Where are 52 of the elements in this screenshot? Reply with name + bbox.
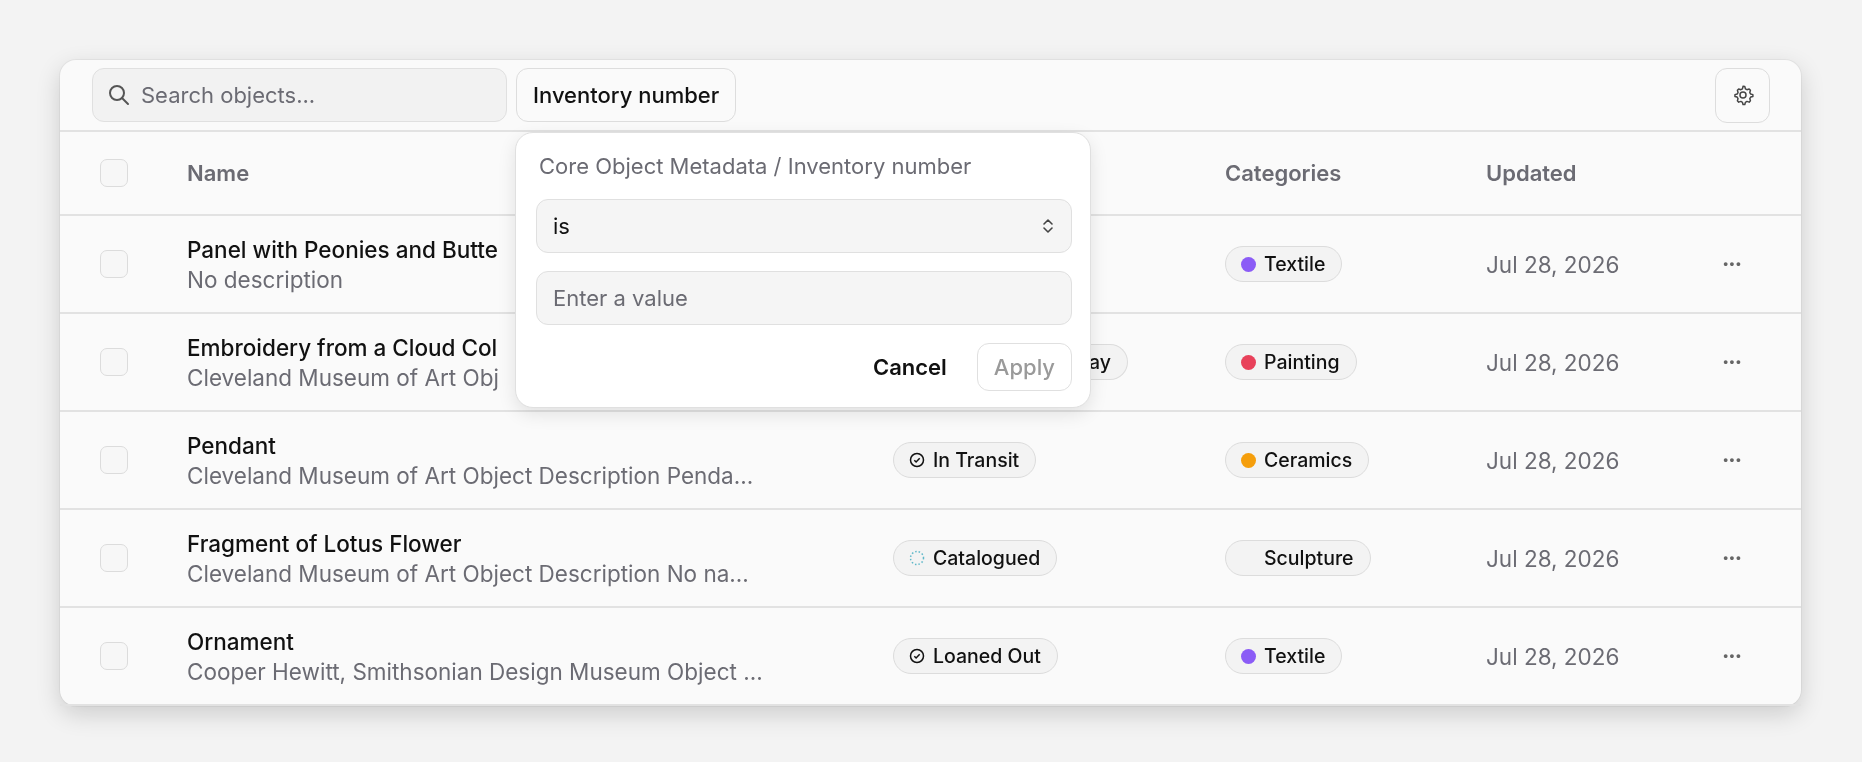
category-tag: Textile: [1225, 638, 1343, 674]
status-badge: Loaned Out: [893, 638, 1058, 674]
category-tag: Textile: [1225, 246, 1343, 282]
operator-select[interactable]: is: [536, 199, 1072, 253]
status-badge: In Transit: [893, 442, 1037, 478]
row-checkbox[interactable]: [100, 446, 128, 474]
object-name: Panel with Peonies and Butte: [187, 235, 498, 263]
search-field[interactable]: Search objects...: [92, 68, 507, 122]
settings-button[interactable]: [1715, 67, 1770, 123]
category-tag: Sculpture: [1225, 540, 1371, 576]
object-description: Cleveland Museum of Art Object Description Penda...: [187, 461, 754, 489]
row-checkbox[interactable]: [100, 348, 128, 376]
more-actions-button[interactable]: ···: [1722, 643, 1742, 669]
filter-button[interactable]: Inventory number: [516, 68, 737, 122]
apply-button[interactable]: Apply: [976, 343, 1072, 391]
object-description: No description: [187, 265, 344, 293]
settings-icon: [1731, 84, 1754, 106]
more-actions-button[interactable]: ···: [1722, 349, 1742, 375]
row-checkbox[interactable]: [100, 544, 128, 572]
status-badge: Catalogued: [893, 540, 1058, 576]
column-header: Categories: [1225, 160, 1342, 186]
popover-title: Core Object Metadata / Inventory number: [538, 153, 973, 179]
chevron-up-down-icon: [1041, 216, 1055, 236]
object-description: Cleveland Museum of Art Obj: [187, 363, 499, 391]
check-circle-icon: [909, 648, 925, 664]
column-header: Name: [187, 160, 250, 186]
object-name: Pendant: [187, 431, 276, 459]
column-header: Updated: [1486, 160, 1577, 186]
object-name: Embroidery from a Cloud Col: [187, 333, 498, 361]
more-actions-button[interactable]: ···: [1722, 545, 1742, 571]
row-checkbox[interactable]: [100, 250, 128, 278]
object-name: Ornament: [187, 627, 294, 655]
dotted-circle-icon: [909, 550, 925, 566]
updated-date: Jul 28, 2026: [1486, 642, 1620, 670]
more-actions-button[interactable]: ···: [1722, 447, 1742, 473]
updated-date: Jul 28, 2026: [1486, 446, 1620, 474]
updated-date: Jul 28, 2026: [1486, 348, 1620, 376]
status-badge: ay: [1089, 344, 1128, 380]
search-icon: [107, 83, 131, 107]
select-all-checkbox[interactable]: [100, 159, 128, 187]
more-actions-button[interactable]: ···: [1722, 251, 1742, 277]
row-checkbox[interactable]: [100, 642, 128, 670]
object-description: Cooper Hewitt, Smithsonian Design Museum Object ...: [187, 657, 763, 685]
check-circle-icon: [909, 452, 925, 468]
object-description: Cleveland Museum of Art Object Description No na...: [187, 559, 749, 587]
value-input[interactable]: Enter a value: [536, 271, 1072, 325]
object-name: Fragment of Lotus Flower: [187, 529, 462, 557]
updated-date: Jul 28, 2026: [1486, 250, 1620, 278]
category-tag: Ceramics: [1225, 442, 1370, 478]
category-tag: Painting: [1225, 344, 1357, 380]
updated-date: Jul 28, 2026: [1486, 544, 1620, 572]
cancel-button[interactable]: Cancel: [872, 354, 947, 380]
